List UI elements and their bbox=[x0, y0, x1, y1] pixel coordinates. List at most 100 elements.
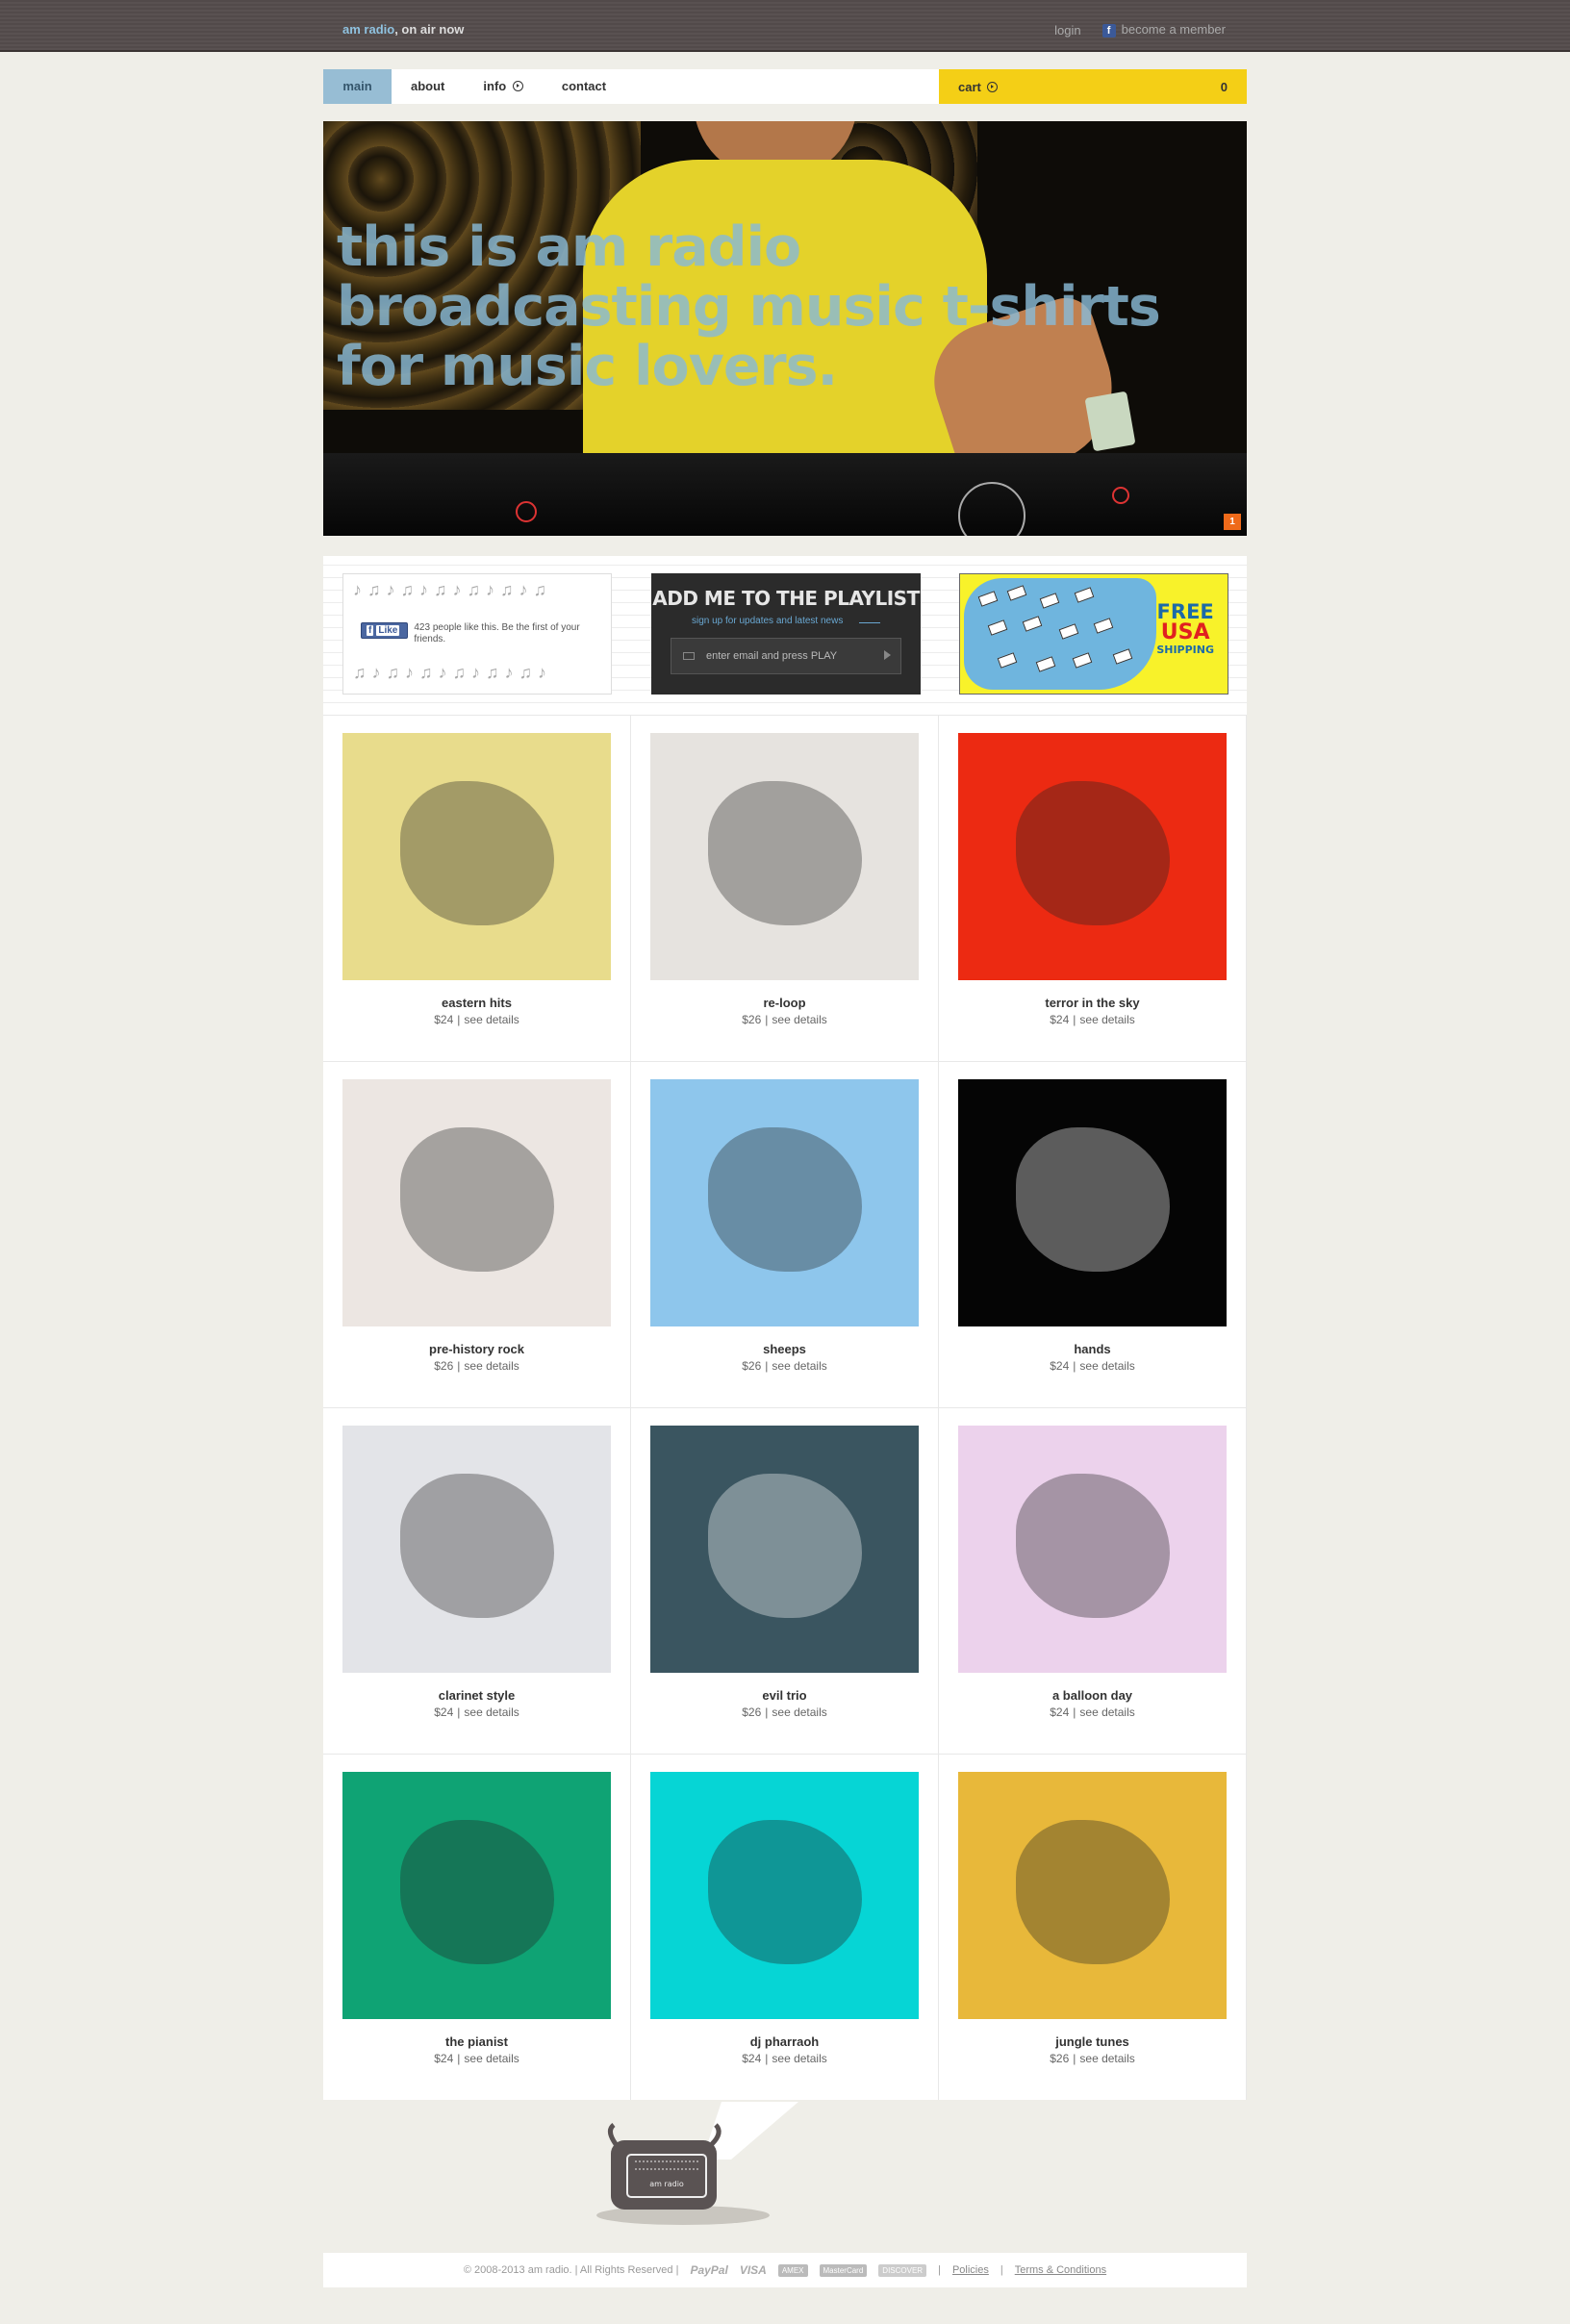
free-shipping-banner[interactable]: FREE USA SHIPPING bbox=[959, 573, 1228, 695]
nav-contact[interactable]: contact bbox=[543, 69, 625, 104]
see-details-link[interactable]: see details bbox=[1079, 1013, 1134, 1026]
product-price: $24 bbox=[1050, 1705, 1070, 1719]
product-name[interactable]: sheeps bbox=[631, 1342, 938, 1356]
speaker-label: am radio bbox=[649, 2180, 684, 2188]
see-details-link[interactable]: see details bbox=[1079, 1359, 1134, 1373]
product-name[interactable]: dj pharraoh bbox=[631, 2034, 938, 2049]
product-name[interactable]: eastern hits bbox=[323, 996, 630, 1010]
email-placeholder: enter email and press PLAY bbox=[706, 650, 838, 662]
login-link[interactable]: login bbox=[1054, 23, 1080, 38]
shirt-print-illustration bbox=[708, 1127, 862, 1272]
product-card[interactable]: pre-history rock $26 | see details bbox=[323, 1061, 631, 1407]
see-details-link[interactable]: see details bbox=[772, 1359, 826, 1373]
product-card[interactable]: eastern hits $24 | see details bbox=[323, 715, 631, 1061]
product-image[interactable] bbox=[958, 1426, 1227, 1673]
facebook-like-box: ♪♫♪♫♪♫♪♫♪♫♪♫ f Like 423 people like this.… bbox=[342, 573, 612, 695]
shirt-print-illustration bbox=[1016, 781, 1170, 925]
separator: | bbox=[457, 1013, 461, 1026]
see-details-link[interactable]: see details bbox=[464, 2052, 519, 2065]
separator: | bbox=[457, 1705, 461, 1719]
facebook-icon: f bbox=[367, 625, 374, 636]
policies-link[interactable]: Policies bbox=[952, 2264, 989, 2276]
dj-deck bbox=[323, 453, 1247, 536]
product-price: $26 bbox=[742, 1359, 762, 1373]
hero-headline-line: broadcasting music t-shirts bbox=[337, 275, 1161, 339]
product-card[interactable]: a balloon day $24 | see details bbox=[939, 1407, 1247, 1754]
facebook-like-button[interactable]: f Like bbox=[361, 622, 409, 639]
separator: | bbox=[1073, 1359, 1076, 1373]
product-name[interactable]: re-loop bbox=[631, 996, 938, 1010]
product-name[interactable]: the pianist bbox=[323, 2034, 630, 2049]
see-details-link[interactable]: see details bbox=[772, 1013, 826, 1026]
product-meta: $24 | see details bbox=[323, 2052, 630, 2065]
product-image[interactable] bbox=[342, 1426, 611, 1673]
brand-tagline: , on air now bbox=[394, 22, 465, 37]
product-name[interactable]: evil trio bbox=[631, 1688, 938, 1703]
become-member-link[interactable]: f become a member bbox=[1102, 22, 1226, 38]
email-input[interactable]: enter email and press PLAY bbox=[671, 638, 901, 674]
shirt-print-illustration bbox=[1016, 1127, 1170, 1272]
terms-link[interactable]: Terms & Conditions bbox=[1015, 2264, 1106, 2276]
product-card[interactable]: hands $24 | see details bbox=[939, 1061, 1247, 1407]
see-details-link[interactable]: see details bbox=[464, 1359, 519, 1373]
product-card[interactable]: evil trio $26 | see details bbox=[631, 1407, 939, 1754]
product-price: $24 bbox=[742, 2052, 762, 2065]
see-details-link[interactable]: see details bbox=[772, 2052, 826, 2065]
product-price: $26 bbox=[1050, 2052, 1070, 2065]
product-card[interactable]: jungle tunes $26 | see details bbox=[939, 1754, 1247, 2100]
hero-slideshow[interactable]: this is am radio broadcasting music t-sh… bbox=[323, 121, 1247, 536]
top-links: login f become a member bbox=[1054, 22, 1226, 38]
product-name[interactable]: a balloon day bbox=[939, 1688, 1246, 1703]
see-details-link[interactable]: see details bbox=[772, 1705, 826, 1719]
see-details-link[interactable]: see details bbox=[464, 1705, 519, 1719]
product-price: $26 bbox=[434, 1359, 454, 1373]
cart-label-wrap: cart bbox=[958, 80, 999, 94]
product-card[interactable]: dj pharraoh $24 | see details bbox=[631, 1754, 939, 2100]
nav-info[interactable]: info bbox=[464, 69, 542, 104]
product-price: $24 bbox=[1050, 1359, 1070, 1373]
product-image[interactable] bbox=[650, 1772, 919, 2019]
nav-main[interactable]: main bbox=[323, 69, 392, 104]
product-name[interactable]: jungle tunes bbox=[939, 2034, 1246, 2049]
product-card[interactable]: the pianist $24 | see details bbox=[323, 1754, 631, 2100]
product-meta: $24 | see details bbox=[323, 1705, 630, 1719]
slide-indicator[interactable]: 1 bbox=[1224, 514, 1241, 530]
product-image[interactable] bbox=[342, 1079, 611, 1326]
nav-about[interactable]: about bbox=[392, 69, 464, 104]
hero-headline-line: this is am radio bbox=[337, 215, 801, 279]
product-card[interactable]: terror in the sky $24 | see details bbox=[939, 715, 1247, 1061]
radio-speaker-illustration: am radio bbox=[596, 2102, 798, 2225]
product-image[interactable] bbox=[958, 733, 1227, 980]
become-member-label: become a member bbox=[1121, 22, 1226, 37]
mixer-knob bbox=[1112, 487, 1129, 504]
product-image[interactable] bbox=[958, 1772, 1227, 2019]
cart-button[interactable]: cart 0 bbox=[939, 69, 1247, 104]
product-image[interactable] bbox=[650, 1079, 919, 1326]
product-card[interactable]: re-loop $26 | see details bbox=[631, 715, 939, 1061]
product-card[interactable]: sheeps $26 | see details bbox=[631, 1061, 939, 1407]
product-name[interactable]: hands bbox=[939, 1342, 1246, 1356]
mail-icon bbox=[683, 652, 695, 660]
see-details-link[interactable]: see details bbox=[1079, 2052, 1134, 2065]
usa-text: USA bbox=[1160, 620, 1210, 644]
brand[interactable]: am radio, on air now bbox=[342, 22, 464, 37]
brand-name[interactable]: am radio bbox=[342, 22, 394, 37]
product-meta: $24 | see details bbox=[323, 1013, 630, 1026]
see-details-link[interactable]: see details bbox=[1079, 1705, 1134, 1719]
product-image[interactable] bbox=[342, 1772, 611, 2019]
product-image[interactable] bbox=[650, 1426, 919, 1673]
play-icon[interactable] bbox=[884, 650, 891, 660]
product-image[interactable] bbox=[342, 733, 611, 980]
shipping-text: SHIPPING bbox=[1156, 644, 1214, 656]
product-card[interactable]: clarinet style $24 | see details bbox=[323, 1407, 631, 1754]
see-details-link[interactable]: see details bbox=[464, 1013, 519, 1026]
like-label: Like bbox=[376, 625, 400, 636]
product-name[interactable]: pre-history rock bbox=[323, 1342, 630, 1356]
product-image[interactable] bbox=[650, 733, 919, 980]
product-image[interactable] bbox=[958, 1079, 1227, 1326]
product-name[interactable]: clarinet style bbox=[323, 1688, 630, 1703]
product-name[interactable]: terror in the sky bbox=[939, 996, 1246, 1010]
product-meta: $24 | see details bbox=[939, 1013, 1246, 1026]
footer: © 2008-2013 am radio. | All Rights Reser… bbox=[323, 2253, 1247, 2287]
newsletter-subtitle: sign up for updates and latest news bbox=[692, 616, 844, 626]
